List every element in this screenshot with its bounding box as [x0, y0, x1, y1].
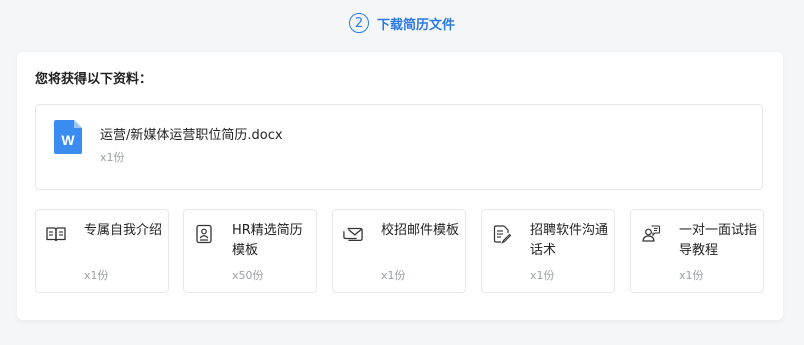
- bonus-quantity: x50份: [232, 269, 264, 282]
- materials-card: 您将获得以下资料： W 运营/新媒体运营职位简历.docx x1份 专属自我介绍…: [17, 52, 783, 320]
- user-chat-icon: [642, 225, 661, 242]
- bonus-quantity: x1份: [84, 269, 109, 282]
- bonus-title: 招聘软件沟通话术: [530, 223, 609, 258]
- card-heading: 您将获得以下资料：: [35, 72, 153, 87]
- resume-file-item[interactable]: W 运营/新媒体运营职位简历.docx x1份: [35, 104, 763, 190]
- doc-pen-icon: [493, 225, 512, 244]
- step-header: 2 下载简历文件: [0, 11, 804, 35]
- bonus-quantity: x1份: [381, 269, 406, 282]
- file-quantity: x1份: [100, 151, 125, 164]
- file-name[interactable]: 运营/新媒体运营职位简历.docx: [100, 124, 283, 143]
- bonus-item-email-templates[interactable]: 校招邮件模板 x1份: [332, 209, 466, 293]
- id-badge-icon: [196, 224, 212, 244]
- bonus-quantity: x1份: [530, 269, 555, 282]
- mail-icon: [343, 227, 363, 241]
- step-title: 下载简历文件: [376, 17, 455, 33]
- word-doc-icon: W: [54, 120, 82, 154]
- bonus-item-self-intro[interactable]: 专属自我介绍 x1份: [35, 209, 169, 293]
- step-number-badge: 2: [348, 13, 369, 33]
- bonus-quantity: x1份: [679, 269, 704, 282]
- bonus-title: 一对一面试指导教程: [679, 223, 758, 258]
- bonus-item-resume-templates[interactable]: HR精选简历模板 x50份: [183, 209, 317, 293]
- book-icon: [46, 227, 66, 242]
- bonus-materials-list: 专属自我介绍 x1份 HR精选简历模板 x50份 校招邮件模板 x1份 招聘软件…: [35, 209, 765, 293]
- word-icon-letter: W: [61, 132, 75, 148]
- bonus-title: 校招邮件模板: [381, 223, 460, 238]
- bonus-title: HR精选简历模板: [232, 223, 303, 258]
- bonus-item-chat-scripts[interactable]: 招聘软件沟通话术 x1份: [481, 209, 615, 293]
- bonus-item-interview-guide[interactable]: 一对一面试指导教程 x1份: [630, 209, 764, 293]
- bonus-title: 专属自我介绍: [84, 223, 163, 238]
